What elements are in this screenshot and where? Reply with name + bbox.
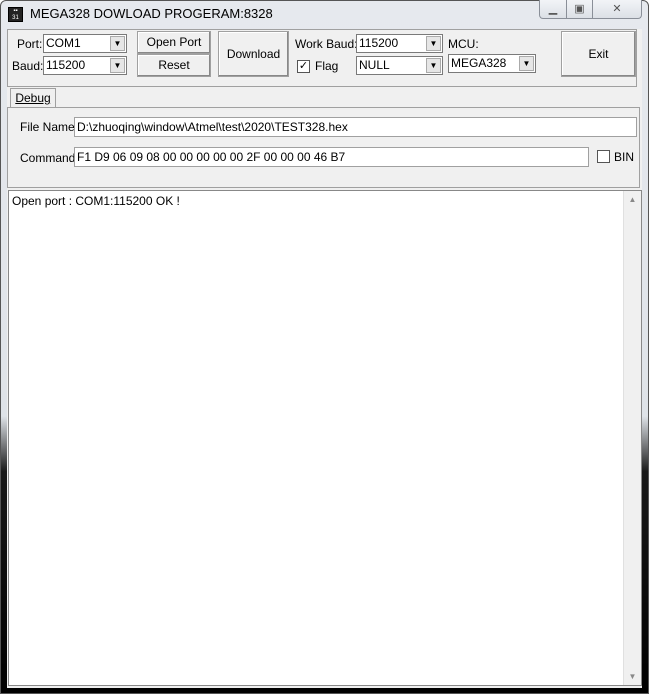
work-baud-select[interactable]: 115200 ▼	[356, 34, 443, 53]
command-label: Command:	[20, 151, 79, 165]
log-line: Open port : COM1:115200 OK !	[12, 194, 180, 208]
window-title: MEGA328 DOWLOAD PROGERAM:8328	[30, 6, 273, 21]
flag-label: Flag	[315, 59, 339, 73]
port-value: COM1	[46, 36, 81, 50]
flag-value: NULL	[359, 58, 390, 72]
log-output[interactable]: Open port : COM1:115200 OK ! ▲ ▼	[8, 190, 642, 686]
open-port-button[interactable]: Open Port	[137, 31, 211, 54]
port-label: Port:	[17, 37, 43, 51]
chevron-down-icon: ▼	[426, 58, 441, 73]
command-input[interactable]: F1 D9 06 09 08 00 00 00 00 00 2F 00 00 0…	[74, 147, 589, 167]
chevron-down-icon: ▼	[110, 58, 125, 73]
close-icon: ✕	[612, 3, 622, 15]
exit-button[interactable]: Exit	[561, 31, 636, 77]
work-baud-label: Work Baud:	[295, 37, 358, 51]
maximize-button[interactable]: ▣	[566, 0, 593, 19]
work-baud-value: 115200	[359, 36, 399, 50]
minimize-button[interactable]: ▁	[539, 0, 567, 19]
baud-value: 115200	[46, 58, 86, 72]
close-button[interactable]: ✕	[592, 0, 642, 19]
maximize-icon: ▣	[574, 3, 585, 15]
bin-label: BIN	[614, 150, 635, 164]
flag-select[interactable]: NULL ▼	[356, 56, 443, 75]
mcu-label: MCU:	[448, 37, 479, 51]
download-button[interactable]: Download	[218, 31, 289, 77]
file-name-input[interactable]: D:\zhuoqing\window\Atmel\test\2020\TEST3…	[74, 117, 637, 137]
reset-button[interactable]: Reset	[137, 54, 211, 77]
file-name-label: File Name:	[20, 120, 79, 134]
baud-label: Baud:	[12, 59, 44, 73]
chevron-down-icon: ▼	[519, 56, 534, 71]
mcu-value: MEGA328	[451, 56, 507, 70]
app-chip-icon: ▪▪ 31	[8, 7, 23, 22]
baud-select[interactable]: 115200 ▼	[43, 56, 127, 75]
chevron-down-icon: ▼	[110, 36, 125, 51]
flag-checkbox[interactable]: ✓	[297, 60, 310, 73]
chevron-down-icon: ▼	[426, 36, 441, 51]
scroll-up-icon[interactable]: ▲	[624, 195, 641, 204]
scroll-down-icon[interactable]: ▼	[624, 672, 641, 681]
port-select[interactable]: COM1 ▼	[43, 34, 127, 53]
minimize-icon: ▁	[548, 3, 558, 15]
log-scrollbar[interactable]: ▲ ▼	[623, 191, 641, 685]
tab-debug[interactable]: Debug	[10, 88, 56, 108]
tab-debug-label: Debug	[15, 91, 51, 105]
mcu-select[interactable]: MEGA328 ▼	[448, 54, 536, 73]
bin-checkbox[interactable]	[597, 150, 610, 163]
